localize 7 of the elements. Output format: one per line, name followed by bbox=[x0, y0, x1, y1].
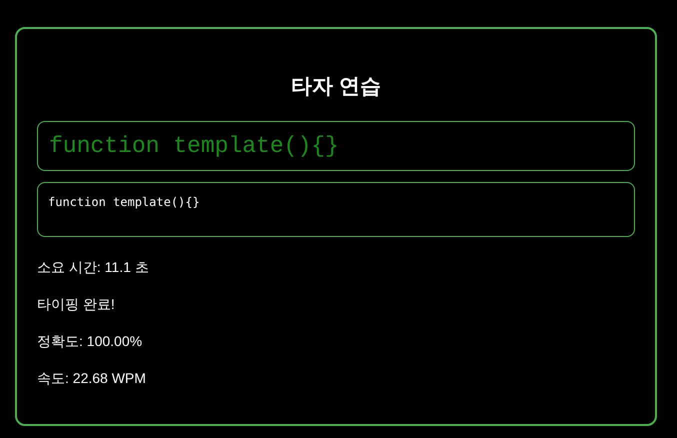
result-text: 속도: 22.68 WPM bbox=[37, 369, 147, 388]
result-text: 정확도: 100.00% bbox=[37, 332, 144, 351]
result-text: 소요 시간: 11.1 초 bbox=[37, 258, 150, 277]
result-text: 타이핑 완료! bbox=[37, 295, 116, 314]
input-field[interactable]: function template(){} bbox=[37, 182, 635, 237]
target-text-box: function template(){} bbox=[37, 121, 635, 171]
page-title: 타자 연습 bbox=[290, 74, 382, 100]
